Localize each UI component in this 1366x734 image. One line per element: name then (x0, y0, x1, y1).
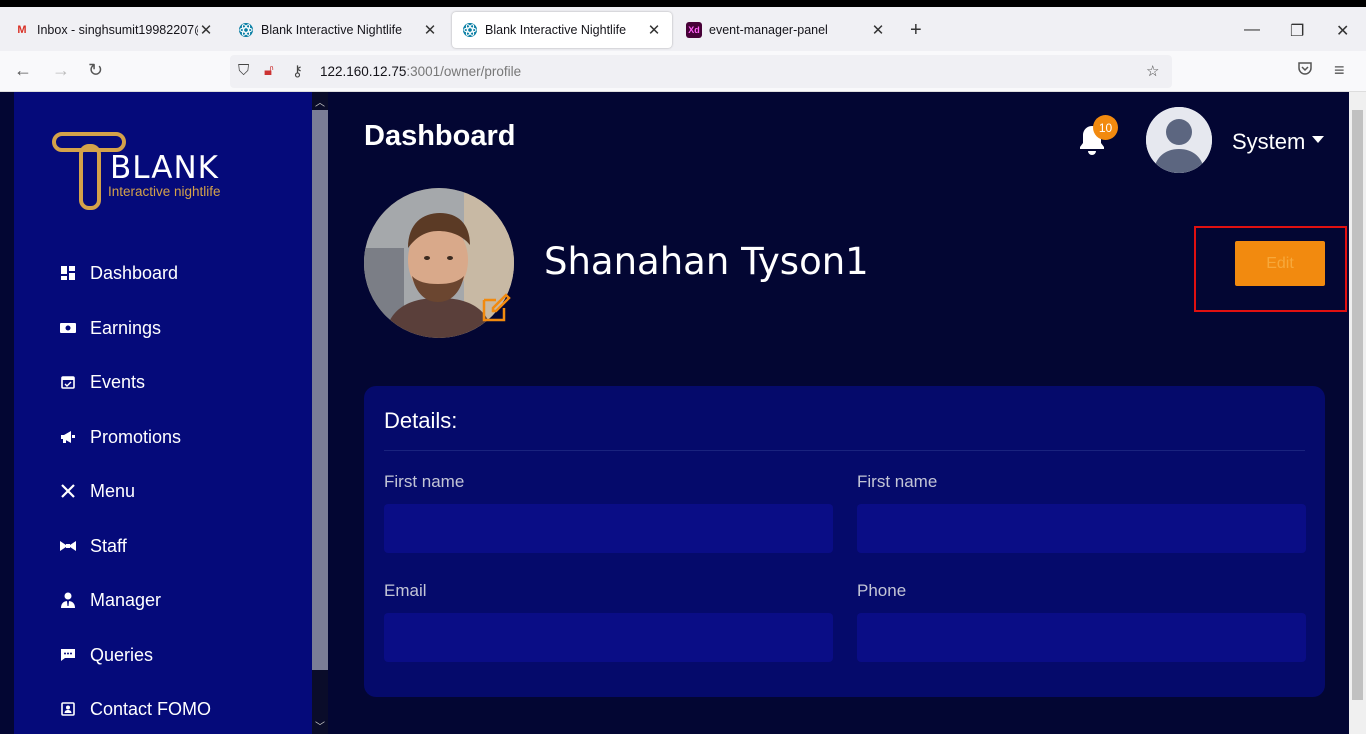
sidebar-item-menu[interactable]: Menu (60, 476, 300, 506)
forward-button[interactable]: → (52, 60, 70, 81)
first-name-label-2: First name (857, 472, 938, 491)
contact-icon (60, 701, 76, 717)
scrollbar-thumb[interactable] (1352, 110, 1363, 700)
sidebar-item-label: Menu (90, 480, 136, 501)
sidebar-item-staff[interactable]: Staff (60, 531, 300, 561)
phone-label: Phone (857, 581, 907, 600)
insecure-lock-icon[interactable]: 🔓︎ (264, 62, 274, 79)
browser-tab-bar: M Inbox - singhsumit19982207@g ✕ Blank I… (0, 7, 1366, 51)
logo-word: BLANK (110, 150, 219, 186)
sidebar-item-label: Dashboard (90, 262, 179, 283)
sidebar-item-label: Queries (90, 644, 154, 665)
window-close-button[interactable]: ✕ (1336, 21, 1349, 41)
browser-nav-bar: ← → ↻ ⛉ 🔓︎ ⚷ 122.160.12.75:3001/owner/pr… (0, 51, 1366, 92)
page: BLANK Interactive nightlife Dashboard Ea… (0, 92, 1366, 734)
sidebar-item-label: Manager (90, 589, 162, 610)
email-field[interactable] (384, 613, 833, 662)
hamburger-menu-icon[interactable]: ≡ (1334, 60, 1345, 81)
bookmark-star-icon[interactable]: ☆ (1146, 62, 1159, 80)
sidebar-item-events[interactable]: Events (60, 367, 300, 397)
brand-logo[interactable]: BLANK Interactive nightlife (52, 130, 252, 214)
scroll-down-icon[interactable]: ﹀ (315, 718, 325, 733)
sidebar-item-label: Earnings (90, 317, 162, 338)
url-text: 122.160.12.75:3001/owner/profile (320, 64, 522, 79)
first-name-field-2[interactable] (857, 504, 1306, 553)
user-name[interactable]: System (1232, 129, 1305, 155)
back-button[interactable]: ← (14, 60, 32, 81)
first-name-field[interactable] (384, 504, 833, 553)
notification-badge: 10 (1093, 115, 1118, 140)
close-icon[interactable]: ✕ (646, 21, 662, 39)
phone-field[interactable] (857, 613, 1306, 662)
restore-button[interactable]: ❐ (1290, 21, 1304, 41)
sidebar-item-manager[interactable]: Manager (60, 585, 300, 615)
react-icon (462, 22, 478, 38)
email-label: Email (384, 581, 427, 600)
browser-tab-blank-1[interactable]: Blank Interactive Nightlife ✕ (228, 12, 448, 48)
browser-tab-xd[interactable]: Xd event-manager-panel ✕ (676, 12, 896, 48)
tab-title: Blank Interactive Nightlife (485, 23, 627, 37)
sidebar-item-promotions[interactable]: Promotions (60, 422, 300, 452)
browser-tab-blank-2[interactable]: Blank Interactive Nightlife ✕ (452, 12, 672, 48)
sidebar-item-contact-fomo[interactable]: Contact FOMO (60, 694, 300, 724)
xd-icon: Xd (686, 22, 702, 38)
sidebar-scrollbar[interactable]: ︿ ﹀ (312, 92, 328, 734)
browser-tab-gmail[interactable]: M Inbox - singhsumit19982207@g ✕ (4, 12, 224, 48)
sidebar-item-earnings[interactable]: Earnings (60, 313, 300, 343)
scroll-up-icon[interactable]: ︿ (315, 94, 325, 109)
new-tab-button[interactable]: + (910, 20, 922, 40)
react-icon (238, 22, 254, 38)
reload-button[interactable]: ↻ (88, 60, 103, 81)
utensils-icon (60, 483, 76, 499)
sidebar-item-queries[interactable]: Queries (60, 640, 300, 670)
chevron-down-icon[interactable] (1312, 136, 1324, 143)
edit-photo-icon[interactable] (480, 292, 512, 324)
scrollbar-thumb[interactable] (312, 110, 328, 670)
logo-tagline: Interactive nightlife (108, 184, 221, 199)
edit-button[interactable]: Edit (1235, 241, 1325, 286)
details-title: Details: (384, 408, 458, 433)
megaphone-icon (60, 429, 76, 445)
url-bar[interactable]: ⛉ 🔓︎ ⚷ 122.160.12.75:3001/owner/profile … (230, 55, 1172, 88)
sidebar-item-label: Events (90, 371, 146, 392)
tab-title: event-manager-panel (709, 23, 828, 37)
tab-title: Blank Interactive Nightlife (261, 23, 403, 37)
sidebar-item-dashboard[interactable]: Dashboard (60, 258, 300, 288)
close-icon[interactable]: ✕ (870, 21, 886, 39)
top-strip (0, 0, 1366, 7)
details-card: Details: First name First name Email Pho… (364, 386, 1325, 697)
sidebar-item-label: Contact FOMO (90, 698, 212, 719)
money-icon (60, 320, 76, 336)
minimize-button[interactable]: — (1244, 21, 1260, 39)
close-icon[interactable]: ✕ (422, 21, 438, 39)
calendar-icon (60, 374, 76, 390)
shield-icon[interactable]: ⛉ (238, 62, 249, 79)
user-avatar[interactable] (1146, 107, 1212, 173)
chat-icon (60, 647, 76, 663)
close-icon[interactable]: ✕ (198, 21, 214, 39)
key-icon[interactable]: ⚷ (292, 62, 303, 80)
gmail-icon: M (17, 24, 27, 36)
pocket-icon[interactable] (1297, 60, 1313, 80)
main-scrollbar[interactable] (1349, 92, 1366, 734)
bowtie-icon (60, 538, 76, 554)
sidebar-item-label: Staff (90, 535, 127, 556)
dashboard-icon (60, 265, 76, 281)
sidebar: BLANK Interactive nightlife Dashboard Ea… (14, 92, 312, 734)
first-name-label: First name (384, 472, 465, 491)
page-title: Dashboard (364, 120, 516, 152)
profile-name: Shanahan Tyson1 (544, 240, 869, 283)
divider (384, 450, 1305, 451)
user-tie-icon (60, 592, 76, 608)
tab-title: Inbox - singhsumit19982207@g (37, 23, 198, 37)
sidebar-item-label: Promotions (90, 426, 182, 447)
